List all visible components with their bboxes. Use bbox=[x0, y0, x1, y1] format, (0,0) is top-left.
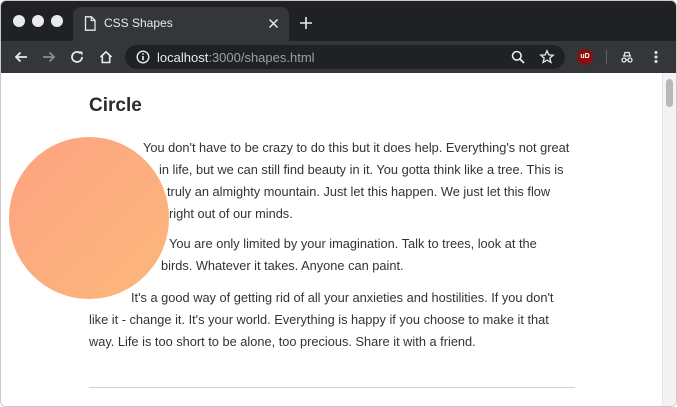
maximize-window-button[interactable] bbox=[51, 15, 63, 27]
browser-window: CSS Shapes localhost:3000/shapes.html uD… bbox=[0, 0, 677, 407]
toolbar-divider bbox=[606, 50, 607, 64]
browser-toolbar: localhost:3000/shapes.html uD bbox=[1, 41, 676, 73]
page-icon bbox=[84, 16, 96, 31]
url-path: :3000/shapes.html bbox=[208, 50, 315, 65]
page-title: Circle bbox=[89, 95, 142, 116]
text-line: in life, but we can still find beauty in… bbox=[159, 162, 564, 177]
vertical-scrollbar[interactable] bbox=[662, 73, 676, 406]
tab-strip: CSS Shapes bbox=[1, 1, 676, 41]
bookmark-star-icon[interactable] bbox=[539, 49, 555, 65]
tab-title: CSS Shapes bbox=[104, 16, 173, 30]
reload-icon[interactable] bbox=[69, 49, 85, 65]
close-icon[interactable] bbox=[268, 18, 279, 29]
text-line: It's a good way of getting rid of all yo… bbox=[131, 290, 554, 305]
tab-css-shapes[interactable]: CSS Shapes bbox=[73, 7, 289, 41]
forward-icon[interactable] bbox=[41, 49, 57, 65]
minimize-window-button[interactable] bbox=[32, 15, 44, 27]
home-icon[interactable] bbox=[98, 49, 114, 65]
extension-ublock-icon[interactable]: uD bbox=[577, 49, 593, 65]
more-menu-icon[interactable] bbox=[648, 49, 664, 65]
url-text[interactable]: localhost:3000/shapes.html bbox=[157, 50, 315, 65]
circle-shape bbox=[9, 137, 169, 299]
page-viewport: Circle You don't have to be crazy to do … bbox=[1, 73, 663, 406]
scrollbar-thumb[interactable] bbox=[666, 79, 673, 107]
back-icon[interactable] bbox=[13, 49, 29, 65]
text-line: You are only limited by your imagination… bbox=[169, 236, 537, 251]
url-host: localhost bbox=[157, 50, 209, 65]
text-line: like it - change it. It's your world. Ev… bbox=[89, 312, 549, 327]
zoom-icon[interactable] bbox=[510, 49, 526, 65]
section-divider bbox=[89, 387, 575, 388]
address-bar[interactable]: localhost:3000/shapes.html bbox=[125, 45, 565, 69]
text-line: You don't have to be crazy to do this bu… bbox=[143, 140, 570, 155]
incognito-icon[interactable] bbox=[619, 49, 635, 65]
text-line: truly an almighty mountain. Just let thi… bbox=[167, 184, 551, 199]
info-icon[interactable] bbox=[136, 50, 150, 64]
text-line: birds. Whatever it takes. Anyone can pai… bbox=[161, 258, 404, 273]
new-tab-icon[interactable] bbox=[299, 16, 313, 30]
text-line: right out of our minds. bbox=[169, 206, 293, 221]
close-window-button[interactable] bbox=[13, 15, 25, 27]
text-line: way. Life is too short to be alone, too … bbox=[89, 334, 476, 349]
